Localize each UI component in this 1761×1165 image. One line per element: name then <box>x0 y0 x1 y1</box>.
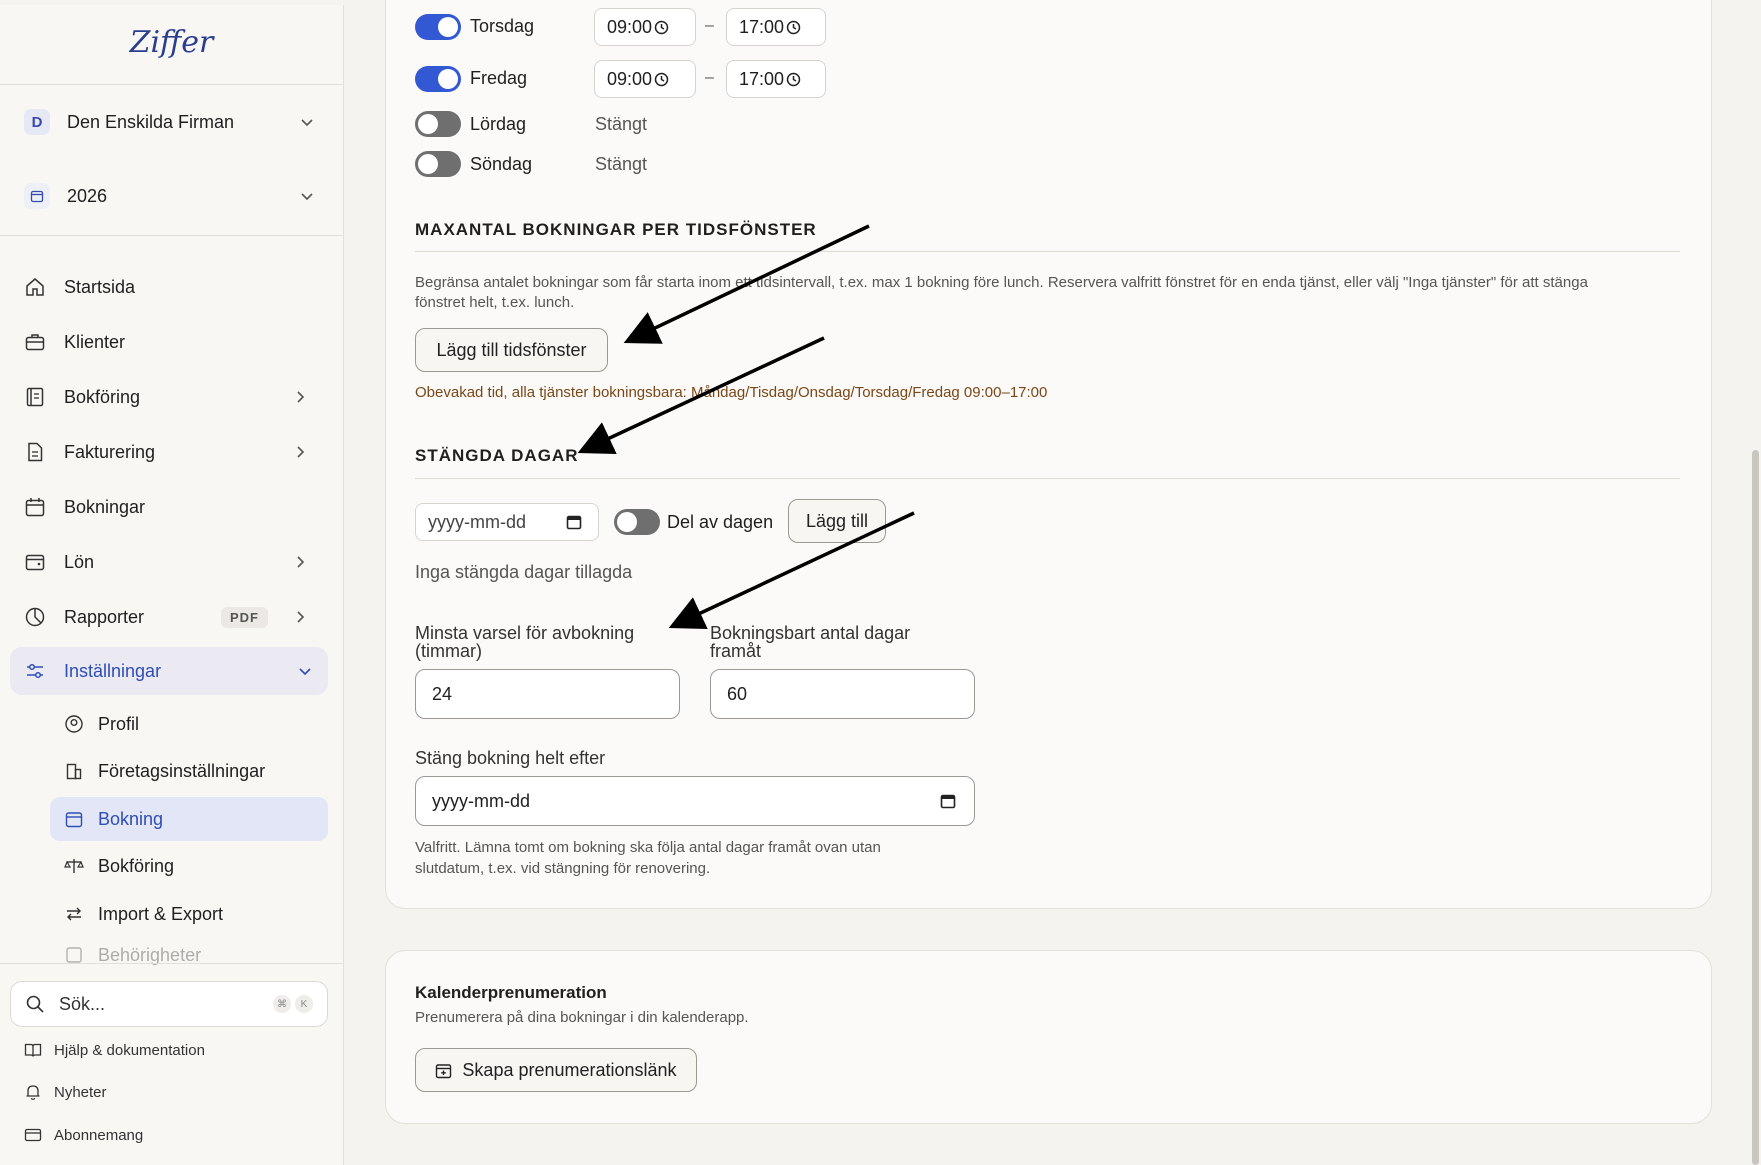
arrow-to-cancel-notice <box>668 511 915 629</box>
arrow-to-closed-days <box>577 336 825 455</box>
scrollbar[interactable] <box>1752 450 1759 1165</box>
arrow-to-add-window-button <box>623 224 870 344</box>
annotation-arrows <box>577 224 915 629</box>
